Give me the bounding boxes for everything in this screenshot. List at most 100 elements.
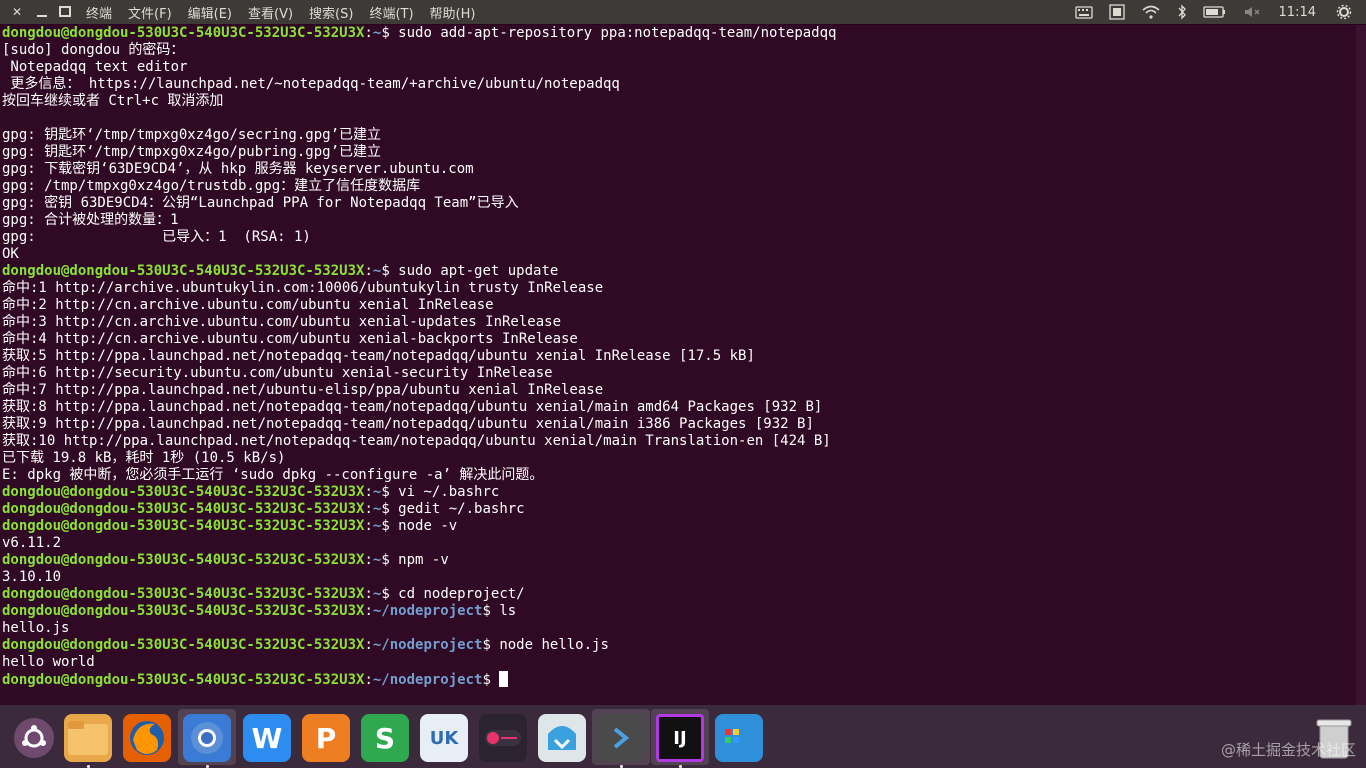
dock-wps-writer-icon[interactable]: W [243, 714, 291, 762]
output-line: gpg: /tmp/tmpxg0xz4go/trustdb.gpg：建立了信任度… [2, 178, 421, 194]
prompt-user-host: dongdou@dongdou-530U3C-540U3C-532U3C-532… [2, 603, 365, 619]
output-line: hello.js [2, 620, 70, 636]
system-tray: 11:14 [1059, 0, 1366, 24]
prompt-dollar: $ [482, 637, 491, 653]
prompt-separator: : [364, 484, 373, 500]
output-line: 按回车继续或者 Ctrl+c 取消添加 [2, 93, 224, 109]
menu-item-1[interactable]: 文件(F) [128, 3, 172, 22]
dock-wps-presentation-icon[interactable]: P [302, 714, 350, 762]
minimize-icon[interactable] [35, 5, 49, 19]
prompt-dollar: $ [381, 484, 390, 500]
prompt-separator: : [364, 586, 373, 602]
output-line: gpg: 密钥 63DE9CD4：公钥“Launchpad PPA for No… [2, 195, 519, 211]
dock-wps-spreadsheet-icon[interactable]: S [361, 714, 409, 762]
maximize-icon[interactable] [58, 5, 72, 19]
dock-icon-label: S [374, 721, 396, 755]
prompt-line: dongdou@dongdou-530U3C-540U3C-532U3C-532… [0, 552, 1356, 569]
prompt-separator: : [364, 25, 373, 41]
menu-item-0[interactable]: 终端 [86, 3, 112, 22]
prompt-line: dongdou@dongdou-530U3C-540U3C-532U3C-532… [0, 484, 1356, 501]
prompt-line: dongdou@dongdou-530U3C-540U3C-532U3C-532… [0, 671, 1356, 688]
bluetooth-icon[interactable] [1177, 4, 1187, 20]
wifi-icon[interactable] [1141, 5, 1161, 19]
command-text: node -v [389, 518, 458, 534]
prompt-separator: : [364, 672, 373, 688]
output-line: 3.10.10 [2, 569, 62, 585]
output-line: E: dpkg 被中断，您必须手工运行 ‘sudo dpkg --configu… [2, 467, 544, 483]
volume-muted-icon[interactable] [1243, 5, 1261, 19]
prompt-user-host: dongdou@dongdou-530U3C-540U3C-532U3C-532… [2, 552, 365, 568]
top-panel: ✕ 终端 文件(F) 编辑(E) 查看(V) 搜索(S) 终端(T) 帮助(H) 11:14 [0, 0, 1366, 24]
prompt-separator: : [364, 518, 373, 534]
dock-ubuntu-dash-icon[interactable] [14, 718, 54, 758]
terminal-scrollbar[interactable] [1356, 25, 1366, 705]
dock-terminal-icon[interactable] [597, 714, 645, 762]
output-line: 命中:7 http://ppa.launchpad.net/ubuntu-eli… [2, 382, 604, 398]
command-text: node hello.js [490, 637, 609, 653]
dock-icon-label: UK [429, 727, 459, 749]
output-line: 命中:3 http://cn.archive.ubuntu.com/ubuntu… [2, 314, 562, 330]
settings-gear-icon[interactable] [1336, 4, 1352, 20]
terminal-output[interactable]: dongdou@dongdou-530U3C-540U3C-532U3C-532… [0, 25, 1356, 705]
prompt-path: ~/nodeproject [372, 672, 483, 688]
prompt-line: dongdou@dongdou-530U3C-540U3C-532U3C-532… [0, 637, 1356, 654]
prompt-line: dongdou@dongdou-530U3C-540U3C-532U3C-532… [0, 25, 1356, 42]
prompt-line: dongdou@dongdou-530U3C-540U3C-532U3C-532… [0, 603, 1356, 620]
menu-item-3[interactable]: 查看(V) [248, 3, 293, 22]
dock-workspace-switcher-icon[interactable] [715, 714, 763, 762]
dock-intellij-idea-icon[interactable]: IJ [656, 714, 704, 762]
clock[interactable]: 11:14 [1279, 5, 1316, 20]
output-line: 命中:2 http://cn.archive.ubuntu.com/ubuntu… [2, 297, 494, 313]
dock-files-icon[interactable] [64, 714, 112, 762]
output-line: 命中:6 http://security.ubuntu.com/ubuntu x… [2, 365, 553, 381]
prompt-user-host: dongdou@dongdou-530U3C-540U3C-532U3C-532… [2, 263, 365, 279]
input-method-icon[interactable] [1108, 4, 1125, 20]
output-line: 获取:5 http://ppa.launchpad.net/notepadqq-… [2, 348, 755, 364]
output-line: 获取:10 http://ppa.launchpad.net/notepadqq… [2, 433, 831, 449]
prompt-line: dongdou@dongdou-530U3C-540U3C-532U3C-532… [0, 263, 1356, 280]
output-line: 已下载 19.8 kB，耗时 1秒 (10.5 kB/s) [2, 450, 286, 466]
output-line: v6.11.2 [2, 535, 62, 551]
output-line: 获取:9 http://ppa.launchpad.net/notepadqq-… [2, 416, 814, 432]
command-text: gedit ~/.bashrc [389, 501, 525, 517]
battery-icon[interactable] [1202, 5, 1227, 19]
output-line: gpg: 下载密钥‘63DE9CD4’，从 hkp 服务器 keyserver.… [2, 161, 474, 177]
watermark: @稀土掘金技术社区 [1220, 741, 1356, 759]
output-line: 更多信息： https://launchpad.net/~notepadqq-t… [2, 76, 620, 92]
close-icon[interactable]: ✕ [10, 5, 24, 19]
prompt-user-host: dongdou@dongdou-530U3C-540U3C-532U3C-532… [2, 518, 365, 534]
dock-software-updater-icon[interactable] [538, 714, 586, 762]
dock-recorder-icon[interactable] [479, 714, 527, 762]
text-cursor [499, 671, 509, 687]
prompt-path: ~/nodeproject [372, 637, 483, 653]
output-line: hello world [2, 654, 95, 670]
prompt-separator: : [364, 501, 373, 517]
prompt-dollar: $ [381, 263, 390, 279]
prompt-separator: : [364, 603, 373, 619]
output-line: gpg: 钥匙环‘/tmp/tmpxg0xz4go/secring.gpg’已建… [2, 127, 382, 143]
output-line: OK [2, 246, 19, 262]
prompt-path: ~/nodeproject [372, 603, 483, 619]
command-text: cd nodeproject/ [389, 586, 525, 602]
output-line: gpg: 已导入：1 (RSA: 1) [2, 229, 311, 245]
menu-item-6[interactable]: 帮助(H) [430, 3, 476, 22]
menu-item-5[interactable]: 终端(T) [369, 3, 413, 22]
menu-item-2[interactable]: 编辑(E) [188, 3, 232, 22]
output-line: 命中:4 http://cn.archive.ubuntu.com/ubuntu… [2, 331, 578, 347]
dock-firefox-icon[interactable] [123, 714, 171, 762]
dock-ubuntukylin-store-icon[interactable]: UK [420, 714, 468, 762]
output-line: 获取:8 http://ppa.launchpad.net/notepadqq-… [2, 399, 823, 415]
dock-chromium-icon[interactable] [183, 714, 231, 762]
prompt-user-host: dongdou@dongdou-530U3C-540U3C-532U3C-532… [2, 672, 365, 688]
command-text [491, 672, 499, 688]
output-line: Notepadqq text editor [2, 59, 188, 75]
prompt-dollar: $ [381, 518, 390, 534]
keyboard-icon[interactable] [1074, 5, 1093, 19]
prompt-dollar: $ [381, 552, 390, 568]
output-line: gpg: 钥匙环‘/tmp/tmpxg0xz4go/pubring.gpg’已建… [2, 144, 382, 160]
prompt-dollar: $ [381, 586, 390, 602]
menu-item-4[interactable]: 搜索(S) [309, 3, 353, 22]
prompt-dollar: $ [381, 501, 390, 517]
command-text: sudo apt-get update [389, 263, 559, 279]
